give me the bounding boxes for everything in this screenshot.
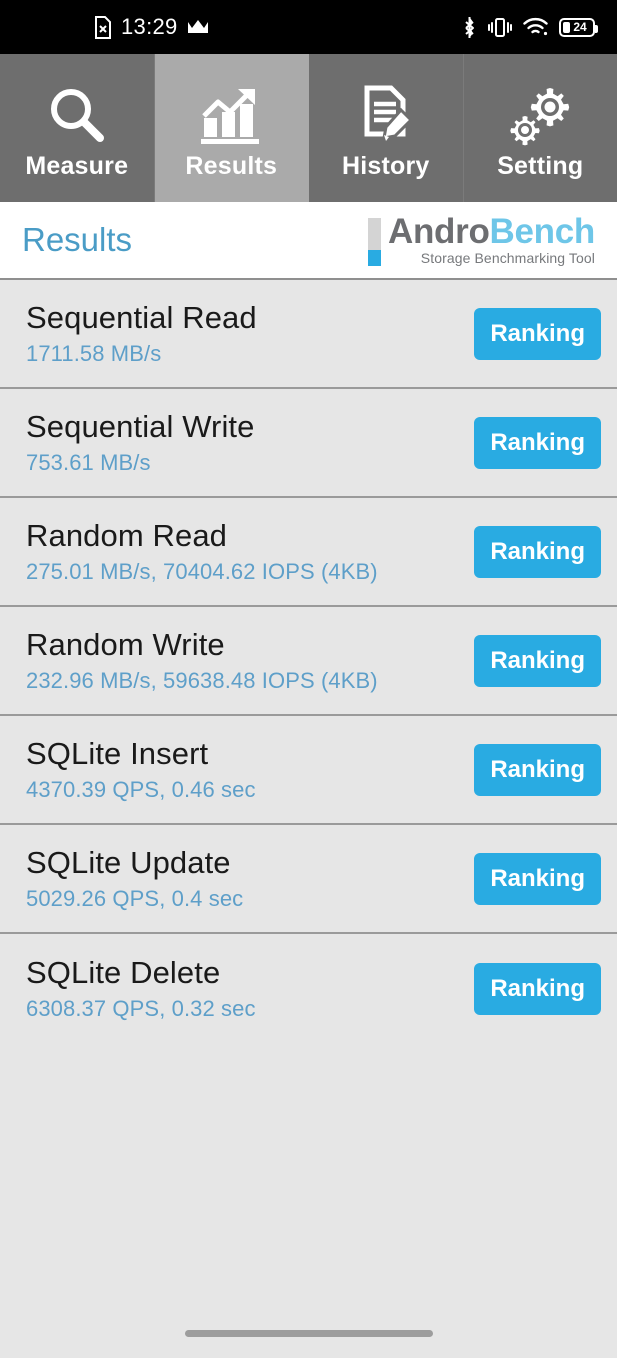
magnifier-icon xyxy=(46,82,108,148)
result-title: SQLite Insert xyxy=(26,736,209,771)
main-tab-bar: Measure Results History Setting xyxy=(0,54,617,202)
result-value: 4370.39 QPS, 0.46 sec xyxy=(26,777,256,802)
status-bar: 13:29 24 xyxy=(0,0,617,54)
page-header: Results AndroBench Storage Benchmarking … xyxy=(0,202,617,280)
ranking-button[interactable]: Ranking xyxy=(474,962,601,1015)
result-value: 753.61 MB/s xyxy=(26,450,151,475)
logo-bar-icon xyxy=(367,217,381,266)
table-row[interactable]: Random Write 232.96 MB/s, 59638.48 IOPS … xyxy=(0,607,617,716)
tab-results-label: Results xyxy=(185,151,278,180)
table-row[interactable]: SQLite Update 5029.26 QPS, 0.4 sec Ranki… xyxy=(0,825,617,934)
tab-setting[interactable]: Setting xyxy=(464,54,617,202)
no-sim-card-icon xyxy=(94,15,112,39)
status-bar-clock: 13:29 xyxy=(121,14,178,39)
bar-chart-trend-icon xyxy=(198,82,264,148)
result-title: SQLite Update xyxy=(26,845,231,880)
status-bar-left: 13:29 xyxy=(94,14,209,40)
gears-icon xyxy=(507,82,573,148)
result-value: 232.96 MB/s, 59638.48 IOPS (4KB) xyxy=(26,668,378,693)
battery-icon: 24 xyxy=(559,17,598,37)
ranking-button[interactable]: Ranking xyxy=(474,525,601,578)
result-value: 6308.37 QPS, 0.32 sec xyxy=(26,996,256,1021)
result-title: Sequential Read xyxy=(26,300,257,335)
ranking-button[interactable]: Ranking xyxy=(474,852,601,905)
logo-tagline: Storage Benchmarking Tool xyxy=(420,250,595,267)
tab-results[interactable]: Results xyxy=(154,54,309,202)
ranking-button[interactable]: Ranking xyxy=(474,634,601,687)
page-title: Results xyxy=(22,221,133,258)
app-screen: 13:29 24 Measure Results History Setting… xyxy=(0,0,617,1358)
androbench-logo: AndroBench Storage Benchmarking Tool xyxy=(367,211,601,267)
tab-measure[interactable]: Measure xyxy=(0,54,155,202)
system-navigation-bar xyxy=(0,1308,617,1358)
table-row[interactable]: Sequential Read 1711.58 MB/s Ranking xyxy=(0,280,617,389)
result-title: Random Write xyxy=(26,627,225,662)
table-row[interactable]: Random Read 275.01 MB/s, 70404.62 IOPS (… xyxy=(0,498,617,607)
result-title: Random Read xyxy=(26,518,227,553)
ranking-button[interactable]: Ranking xyxy=(474,416,601,469)
tab-measure-label: Measure xyxy=(25,151,129,180)
result-value: 275.01 MB/s, 70404.62 IOPS (4KB) xyxy=(26,559,378,584)
status-bar-right: 24 xyxy=(462,16,598,39)
table-row[interactable]: SQLite Delete 6308.37 QPS, 0.32 sec Rank… xyxy=(0,934,617,1043)
ranking-button[interactable]: Ranking xyxy=(474,743,601,796)
home-indicator-pill[interactable] xyxy=(184,1329,433,1337)
results-list: Sequential Read 1711.58 MB/s Ranking Seq… xyxy=(0,280,617,1308)
result-title: SQLite Delete xyxy=(26,955,221,990)
table-row[interactable]: Sequential Write 753.61 MB/s Ranking xyxy=(0,389,617,498)
bluetooth-icon xyxy=(462,16,477,39)
logo-word-andro: Andro xyxy=(387,211,490,251)
ranking-button[interactable]: Ranking xyxy=(474,307,601,360)
battery-level-label: 24 xyxy=(573,20,587,34)
tab-history-label: History xyxy=(341,151,430,180)
result-value: 5029.26 QPS, 0.4 sec xyxy=(26,886,244,911)
result-value: 1711.58 MB/s xyxy=(26,341,162,366)
logo-word-bench: Bench xyxy=(489,211,596,251)
tab-setting-label: Setting xyxy=(497,151,584,180)
logo-text: AndroBench Storage Benchmarking Tool xyxy=(387,211,596,267)
vibrate-mode-icon xyxy=(488,17,512,38)
tab-history[interactable]: History xyxy=(309,54,464,202)
wifi-icon xyxy=(523,17,548,37)
crown-icon xyxy=(187,19,209,35)
table-row[interactable]: SQLite Insert 4370.39 QPS, 0.46 sec Rank… xyxy=(0,716,617,825)
document-pencil-icon xyxy=(355,82,417,148)
result-title: Sequential Write xyxy=(26,409,255,444)
